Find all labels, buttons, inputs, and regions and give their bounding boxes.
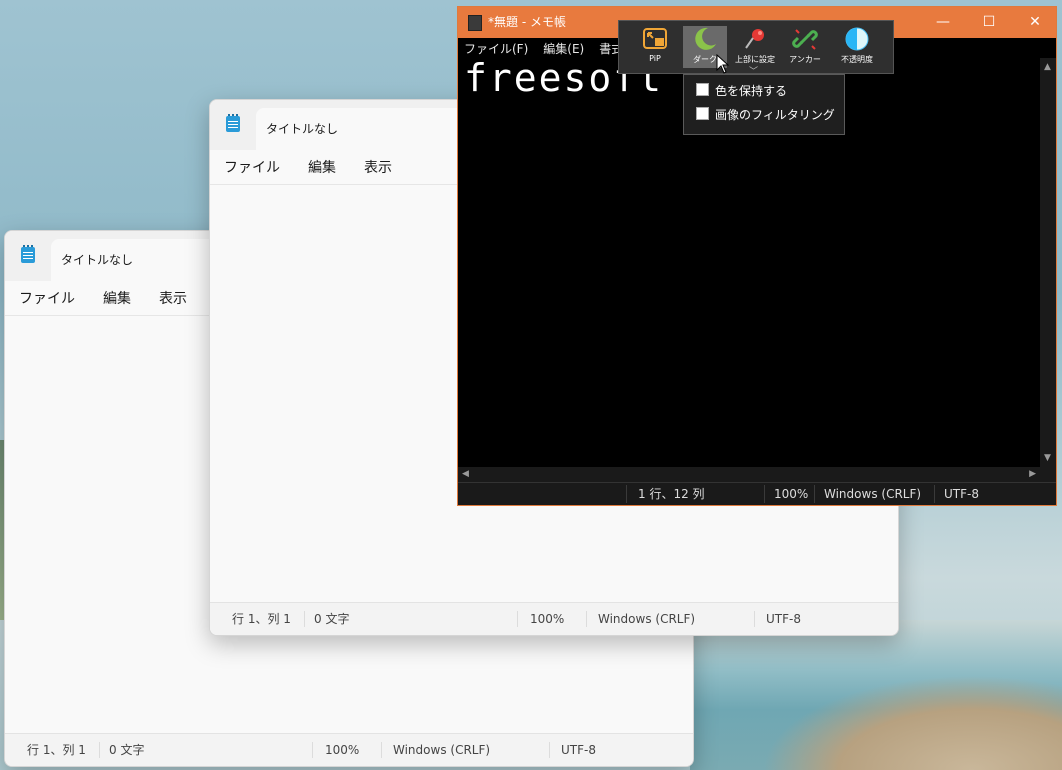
status-zoom: 100% xyxy=(530,612,565,626)
status-position: 1 行、12 列 xyxy=(638,487,705,501)
tab-title: タイトルなし xyxy=(61,253,134,267)
divider xyxy=(626,485,627,503)
image-filter-option[interactable]: 画像のフィルタリング xyxy=(696,105,835,125)
vertical-scrollbar[interactable]: ▲ ▼ xyxy=(1040,58,1056,467)
status-zoom: 100% xyxy=(325,743,360,757)
divider xyxy=(764,485,765,503)
divider xyxy=(312,742,313,758)
maximize-button[interactable]: ☐ xyxy=(966,7,1012,38)
keep-color-option[interactable]: 色を保持する xyxy=(696,81,787,101)
scroll-right-icon[interactable]: ▶ xyxy=(1029,469,1036,479)
status-eol: Windows (CRLF) xyxy=(393,743,491,757)
notepad-icon xyxy=(468,15,482,31)
menu-view[interactable]: 表示 xyxy=(159,288,187,308)
mouse-cursor-icon xyxy=(716,54,730,74)
pip-label: PiP xyxy=(649,54,661,63)
keep-color-checkbox[interactable] xyxy=(696,83,709,96)
status-eol: Windows (CRLF) xyxy=(598,612,696,626)
pin-icon xyxy=(745,29,764,49)
divider xyxy=(814,485,815,503)
menu-file[interactable]: ファイル xyxy=(224,157,280,177)
opacity-label: 不透明度 xyxy=(841,55,873,64)
menu-file[interactable]: ファイル xyxy=(19,288,75,308)
notepad-icon xyxy=(226,114,240,132)
status-chars: 0 文字 xyxy=(314,612,350,626)
scroll-left-icon[interactable]: ◀ xyxy=(462,469,469,479)
divider xyxy=(934,485,935,503)
moon-icon xyxy=(695,27,716,50)
opacity-icon xyxy=(845,27,869,51)
divider xyxy=(99,742,100,758)
pip-icon xyxy=(643,28,667,49)
menu-edit[interactable]: 編集 xyxy=(308,157,336,177)
divider xyxy=(304,611,305,627)
menu-file[interactable]: ファイル(F) xyxy=(464,40,528,57)
status-position: 行 1、列 1 xyxy=(27,743,86,757)
status-bar: 1 行、12 列 100% Windows (CRLF) UTF-8 xyxy=(458,482,1056,505)
keep-color-label: 色を保持する xyxy=(715,84,788,98)
status-bar: 行 1、列 1 0 文字 100% Windows (CRLF) UTF-8 xyxy=(210,602,898,635)
scroll-corner xyxy=(1040,467,1056,483)
image-filter-checkbox[interactable] xyxy=(696,107,709,120)
pip-button[interactable]: PiP xyxy=(633,26,677,68)
wallpaper-grass xyxy=(762,675,1062,770)
opacity-button[interactable]: 不透明度 xyxy=(835,26,879,68)
anchor-label: アンカー xyxy=(789,55,821,64)
menu-edit[interactable]: 編集(E) xyxy=(543,40,584,57)
dark-options-menu: 色を保持する 画像のフィルタリング xyxy=(683,74,845,135)
divider xyxy=(754,611,755,627)
link-icon xyxy=(792,29,818,50)
menu-view[interactable]: 表示 xyxy=(364,157,392,177)
divider xyxy=(586,611,587,627)
status-encoding: UTF-8 xyxy=(944,487,979,501)
status-bar: 行 1、列 1 0 文字 100% Windows (CRLF) UTF-8 xyxy=(5,733,693,766)
tab-title: タイトルなし xyxy=(266,122,339,136)
status-chars: 0 文字 xyxy=(109,743,145,757)
notepad-icon xyxy=(21,245,35,263)
image-filter-label: 画像のフィルタリング xyxy=(715,108,835,122)
status-eol: Windows (CRLF) xyxy=(824,487,922,501)
pin-top-button[interactable]: 上部に設定 xyxy=(733,26,777,68)
status-position: 行 1、列 1 xyxy=(232,612,291,626)
close-button[interactable]: ✕ xyxy=(1012,7,1058,38)
menu-edit[interactable]: 編集 xyxy=(103,288,131,308)
horizontal-scrollbar[interactable]: ◀ ▶ xyxy=(458,467,1040,483)
status-encoding: UTF-8 xyxy=(766,612,801,626)
status-encoding: UTF-8 xyxy=(561,743,596,757)
anchor-button[interactable]: アンカー xyxy=(783,26,827,68)
window-title: *無題 - メモ帳 xyxy=(488,15,566,29)
scroll-down-icon[interactable]: ▼ xyxy=(1044,453,1051,463)
divider xyxy=(549,742,550,758)
divider xyxy=(381,742,382,758)
status-zoom: 100% xyxy=(774,487,809,501)
divider xyxy=(517,611,518,627)
scroll-up-icon[interactable]: ▲ xyxy=(1044,62,1051,72)
minimize-button[interactable]: — xyxy=(920,7,966,38)
